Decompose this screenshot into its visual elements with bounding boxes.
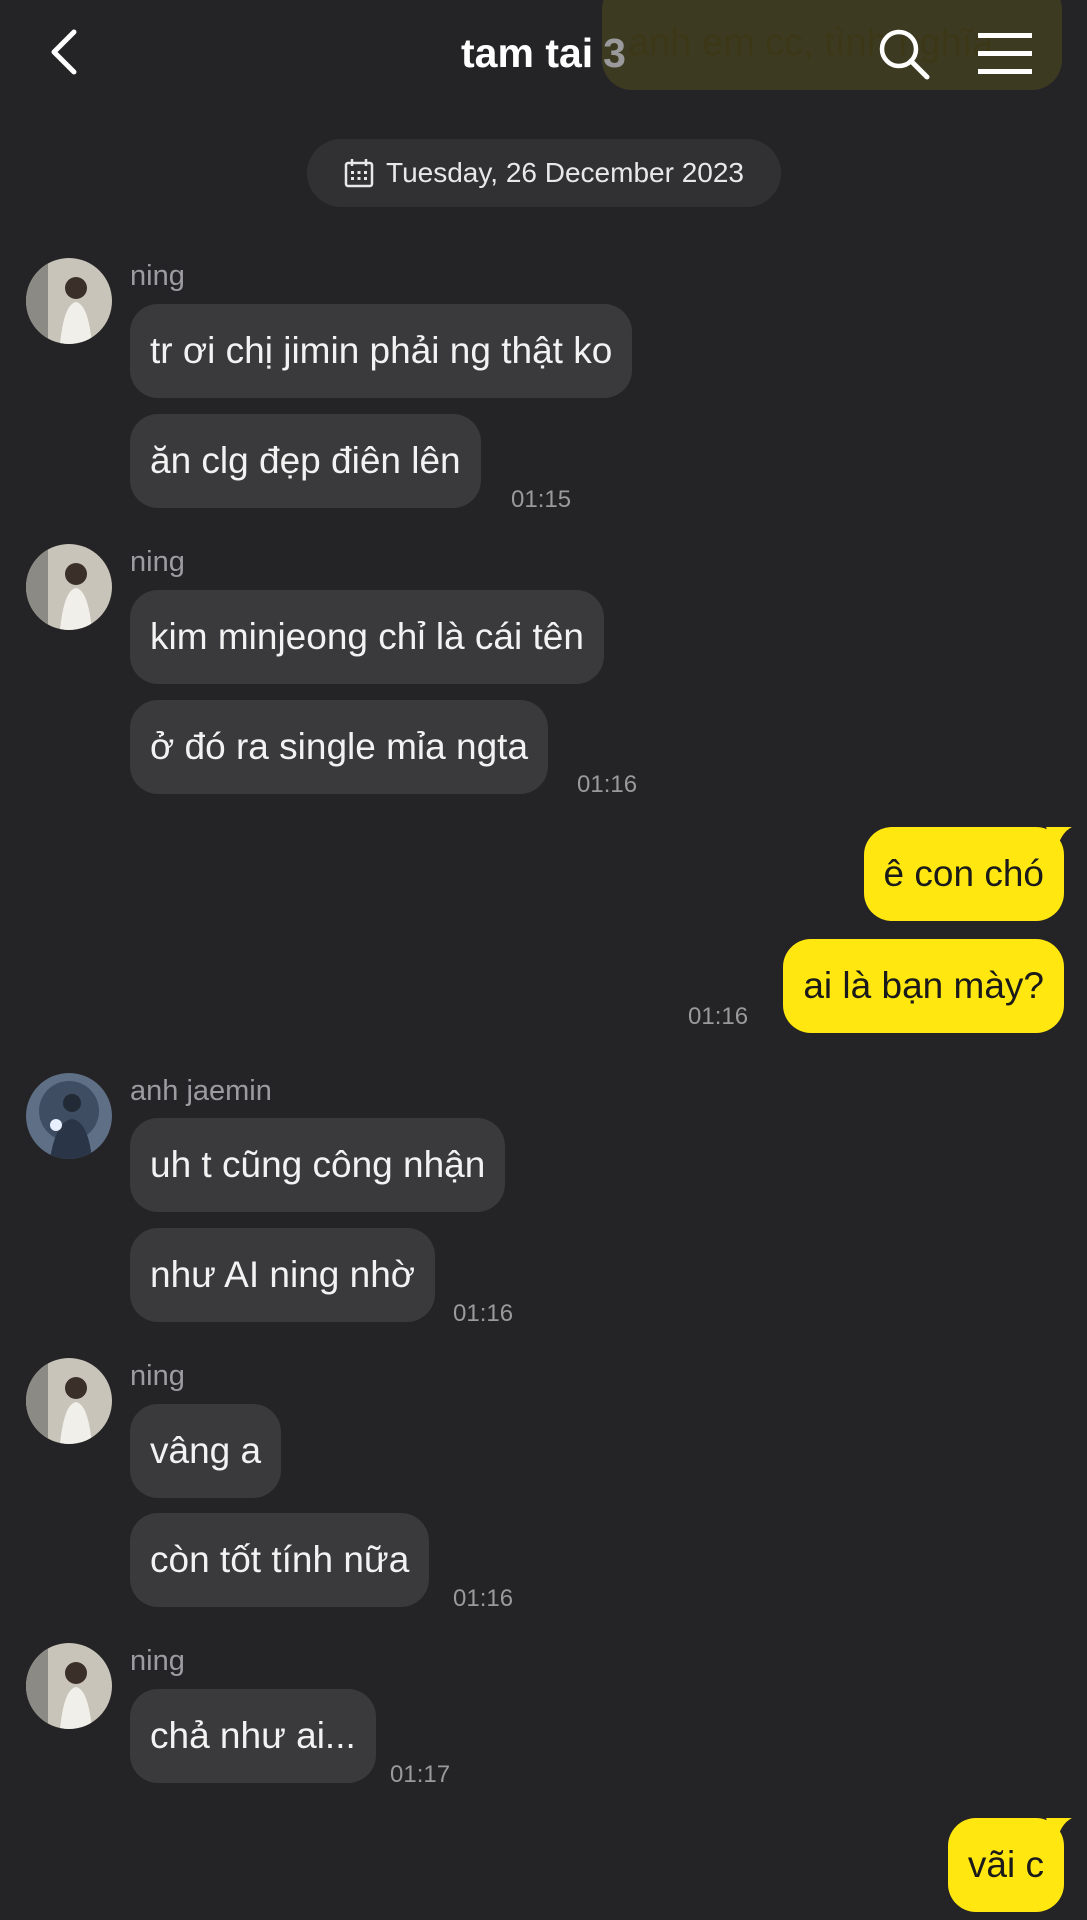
- message-timestamp: 01:16: [577, 771, 638, 798]
- message-timestamp: 01:16: [453, 1585, 514, 1612]
- message-bubble[interactable]: uh t cũng công nhận: [130, 1118, 506, 1212]
- avatar[interactable]: [26, 258, 112, 344]
- message-bubble[interactable]: vâng a: [130, 1404, 282, 1498]
- message-bubble[interactable]: tr ơi chị jimin phải ng thật ko: [130, 304, 633, 398]
- menu-button[interactable]: [978, 30, 1032, 78]
- avatar-photo-icon: [26, 1643, 112, 1729]
- chat-header: anh em cc, tình nghĩa... tam tai 3: [0, 0, 1087, 110]
- message-timestamp: 01:17: [390, 1761, 451, 1788]
- message-bubble[interactable]: ê con chó: [863, 827, 1064, 921]
- avatar[interactable]: [26, 1358, 112, 1444]
- message-bubble[interactable]: ở đó ra single mỉa ngta: [130, 700, 549, 794]
- sender-name: ning: [130, 1645, 185, 1677]
- sender-name: anh jaemin: [130, 1075, 272, 1107]
- avatar[interactable]: [26, 544, 112, 630]
- message-bubble[interactable]: ăn clg đẹp điên lên: [130, 414, 481, 508]
- message-bubble[interactable]: chả như ai...: [130, 1689, 376, 1783]
- bubble-tail-icon: [1046, 827, 1072, 853]
- avatar[interactable]: [26, 1073, 112, 1159]
- avatar-photo-icon: [26, 1358, 112, 1444]
- message-bubble[interactable]: kim minjeong chỉ là cái tên: [130, 590, 604, 684]
- member-count: 3: [603, 30, 626, 76]
- search-button[interactable]: [876, 26, 932, 82]
- sender-name: ning: [130, 260, 185, 292]
- avatar-photo-icon: [26, 544, 112, 630]
- search-icon: [879, 29, 930, 80]
- message-bubble[interactable]: như AI ning nhờ: [130, 1228, 436, 1322]
- date-label: Tuesday, 26 December 2023: [386, 157, 744, 188]
- sender-name: ning: [130, 1360, 185, 1392]
- avatar-photo-icon: [26, 258, 112, 344]
- chat-name: tam tai: [461, 30, 594, 76]
- date-separator: Tuesday, 26 December 2023: [307, 139, 781, 207]
- hamburger-menu-icon: [978, 33, 1032, 74]
- message-bubble[interactable]: còn tốt tính nữa: [130, 1513, 430, 1607]
- bubble-tail-icon: [1046, 1818, 1072, 1844]
- message-bubble[interactable]: ai là bạn mày?: [783, 939, 1064, 1033]
- avatar-photo-icon: [26, 1073, 112, 1159]
- sender-name: ning: [130, 546, 185, 578]
- message-timestamp: 01:16: [453, 1300, 514, 1327]
- calendar-icon: [344, 159, 374, 188]
- message-timestamp: 01:16: [688, 1003, 749, 1030]
- avatar[interactable]: [26, 1643, 112, 1729]
- message-timestamp: 01:15: [511, 486, 572, 513]
